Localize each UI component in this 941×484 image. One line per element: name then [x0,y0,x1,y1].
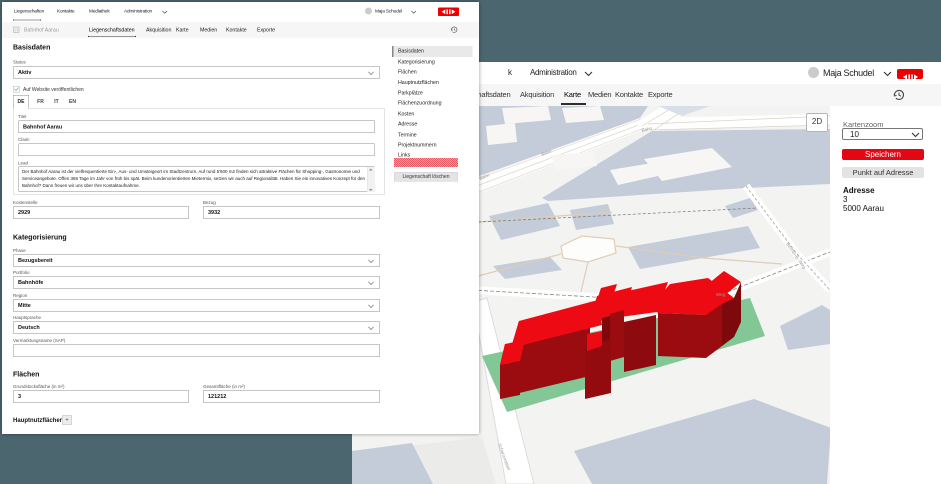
svg-text:Weg: Weg [716,292,726,297]
